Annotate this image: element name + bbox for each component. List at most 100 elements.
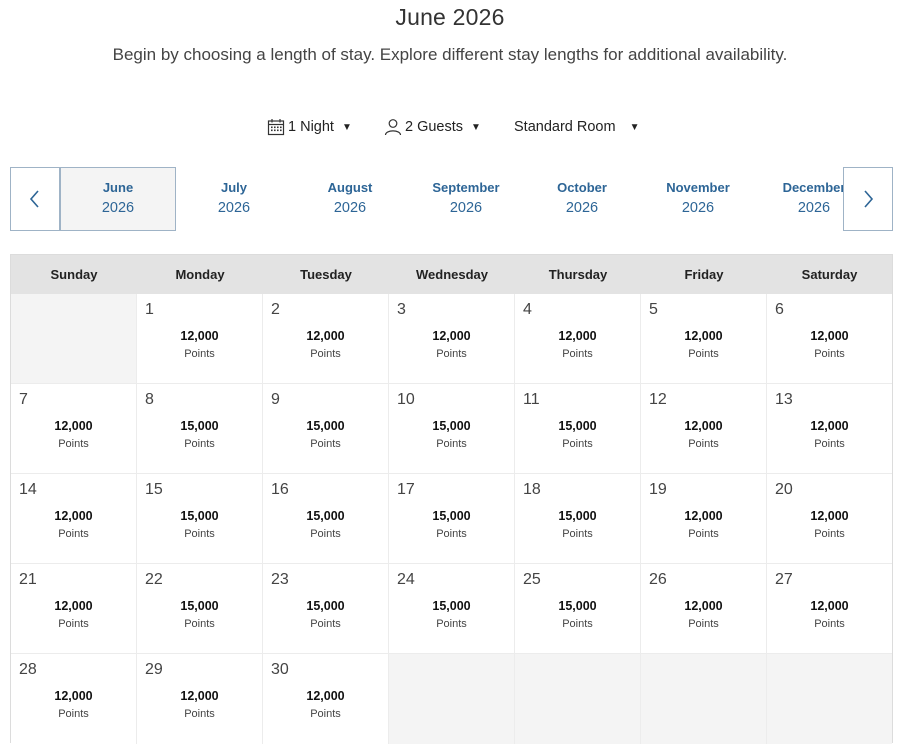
calendar-day-cell[interactable]: 26 12,000 Points [641, 564, 767, 654]
points-label: Points [184, 348, 215, 360]
points-value: 15,000 [432, 419, 471, 433]
calendar-day-cell[interactable]: 22 15,000 Points [137, 564, 263, 654]
points-value: 12,000 [432, 329, 471, 343]
person-icon [384, 119, 402, 136]
day-number: 3 [397, 301, 406, 318]
points-value: 15,000 [432, 599, 471, 613]
calendar-day-cell[interactable]: 20 12,000 Points [767, 474, 892, 564]
calendar-day-cell[interactable]: 14 12,000 Points [11, 474, 137, 564]
points-value: 12,000 [684, 599, 723, 613]
calendar-day-cell[interactable]: 19 12,000 Points [641, 474, 767, 564]
points-label: Points [58, 708, 89, 720]
chevron-left-icon [29, 190, 39, 208]
page-title: June 2026 [395, 4, 505, 30]
calendar-day-cell[interactable]: 11 15,000 Points [515, 384, 641, 474]
next-month-button[interactable] [843, 167, 893, 231]
month-tab-year: 2026 [333, 200, 367, 216]
weekday-monday: Monday [175, 267, 225, 282]
points-label: Points [436, 348, 467, 360]
day-number: 12 [649, 391, 667, 408]
calendar-day-cell[interactable]: 23 15,000 Points [263, 564, 389, 654]
day-number: 25 [523, 571, 541, 588]
month-tab-august[interactable]: August 2026 [292, 167, 408, 231]
caret-down-icon: ▼ [341, 121, 352, 133]
calendar-day-cell[interactable]: 12 12,000 Points [641, 384, 767, 474]
calendar-day-cell[interactable]: 28 12,000 Points [11, 654, 137, 744]
points-label: Points [688, 348, 719, 360]
day-number: 20 [775, 481, 793, 498]
points-value: 12,000 [684, 329, 723, 343]
points-value: 15,000 [558, 599, 597, 613]
points-label: Points [562, 528, 593, 540]
calendar-day-cell[interactable]: 5 12,000 Points [641, 294, 767, 384]
month-tab-year: 2026 [217, 200, 251, 216]
points-value: 12,000 [684, 509, 723, 523]
empty-day-cell [767, 654, 892, 744]
points-value: 12,000 [810, 509, 849, 523]
calendar-day-cell[interactable]: 13 12,000 Points [767, 384, 892, 474]
calendar-day-cell[interactable]: 9 15,000 Points [263, 384, 389, 474]
day-number: 27 [775, 571, 793, 588]
month-tab-month: August [327, 180, 373, 195]
day-number: 6 [775, 301, 784, 318]
month-tab-year: 2026 [681, 200, 715, 216]
calendar-day-cell[interactable]: 15 15,000 Points [137, 474, 263, 564]
page-subtitle: Begin by choosing a length of stay. Expl… [112, 45, 788, 64]
day-number: 24 [397, 571, 415, 588]
calendar-day-cell[interactable]: 1 12,000 Points [137, 294, 263, 384]
calendar-day-cell[interactable]: 25 15,000 Points [515, 564, 641, 654]
calendar-day-cell[interactable]: 7 12,000 Points [11, 384, 137, 474]
points-label: Points [184, 708, 215, 720]
calendar-day-cell[interactable]: 27 12,000 Points [767, 564, 892, 654]
points-value: 12,000 [54, 689, 93, 703]
points-value: 15,000 [306, 509, 345, 523]
calendar-day-cell[interactable]: 18 15,000 Points [515, 474, 641, 564]
points-label: Points [184, 528, 215, 540]
day-number: 2 [271, 301, 280, 318]
points-label: Points [436, 618, 467, 630]
month-tab-november[interactable]: November 2026 [640, 167, 756, 231]
month-tab-june[interactable]: June 2026 [60, 167, 176, 231]
calendar-day-cell[interactable]: 30 12,000 Points [263, 654, 389, 744]
points-value: 15,000 [432, 509, 471, 523]
points-label: Points [310, 708, 341, 720]
empty-day-cell [641, 654, 767, 744]
previous-month-button[interactable] [10, 167, 60, 231]
calendar-day-cell[interactable]: 21 12,000 Points [11, 564, 137, 654]
points-value: 12,000 [54, 509, 93, 523]
points-value: 15,000 [558, 419, 597, 433]
points-label: Points [814, 528, 845, 540]
month-tab-october[interactable]: October 2026 [524, 167, 640, 231]
points-label: Points [310, 348, 341, 360]
month-tab-september[interactable]: September 2026 [408, 167, 524, 231]
calendar-day-cell[interactable]: 8 15,000 Points [137, 384, 263, 474]
nights-label: 1 Night [288, 119, 334, 135]
room-type-dropdown[interactable]: Standard Room ▼ [514, 115, 639, 139]
weekday-header: Sunday Monday Tuesday Wednesday Thursday Frid… [11, 255, 892, 294]
calendar-day-cell[interactable]: 6 12,000 Points [767, 294, 892, 384]
guests-dropdown[interactable]: 2 Guests ▼ [384, 115, 481, 139]
calendar-grid: Sunday Monday Tuesday Wednesday Thursday Frid… [10, 254, 893, 744]
day-number: 23 [271, 571, 289, 588]
calendar-day-cell[interactable]: 10 15,000 Points [389, 384, 515, 474]
points-value: 12,000 [558, 329, 597, 343]
weekday-sunday: Sunday [50, 267, 98, 282]
nights-dropdown[interactable]: 1 Night ▼ [267, 115, 352, 139]
calendar-day-cell[interactable]: 24 15,000 Points [389, 564, 515, 654]
month-tab-july[interactable]: July 2026 [176, 167, 292, 231]
calendar-day-cell[interactable]: 2 12,000 Points [263, 294, 389, 384]
calendar-day-cell[interactable]: 3 12,000 Points [389, 294, 515, 384]
calendar-day-cell[interactable]: 16 15,000 Points [263, 474, 389, 564]
points-value: 12,000 [306, 689, 345, 703]
weekday-wednesday: Wednesday [415, 267, 488, 282]
day-number: 28 [19, 661, 37, 678]
weekday-tuesday: Tuesday [300, 267, 352, 282]
day-number: 29 [145, 661, 163, 678]
calendar-day-cell[interactable]: 17 15,000 Points [389, 474, 515, 564]
calendar-day-cell[interactable]: 29 12,000 Points [137, 654, 263, 744]
guests-label: 2 Guests [405, 119, 464, 135]
day-number: 18 [523, 481, 541, 498]
points-label: Points [436, 438, 467, 450]
day-number: 8 [145, 391, 154, 408]
calendar-day-cell[interactable]: 4 12,000 Points [515, 294, 641, 384]
